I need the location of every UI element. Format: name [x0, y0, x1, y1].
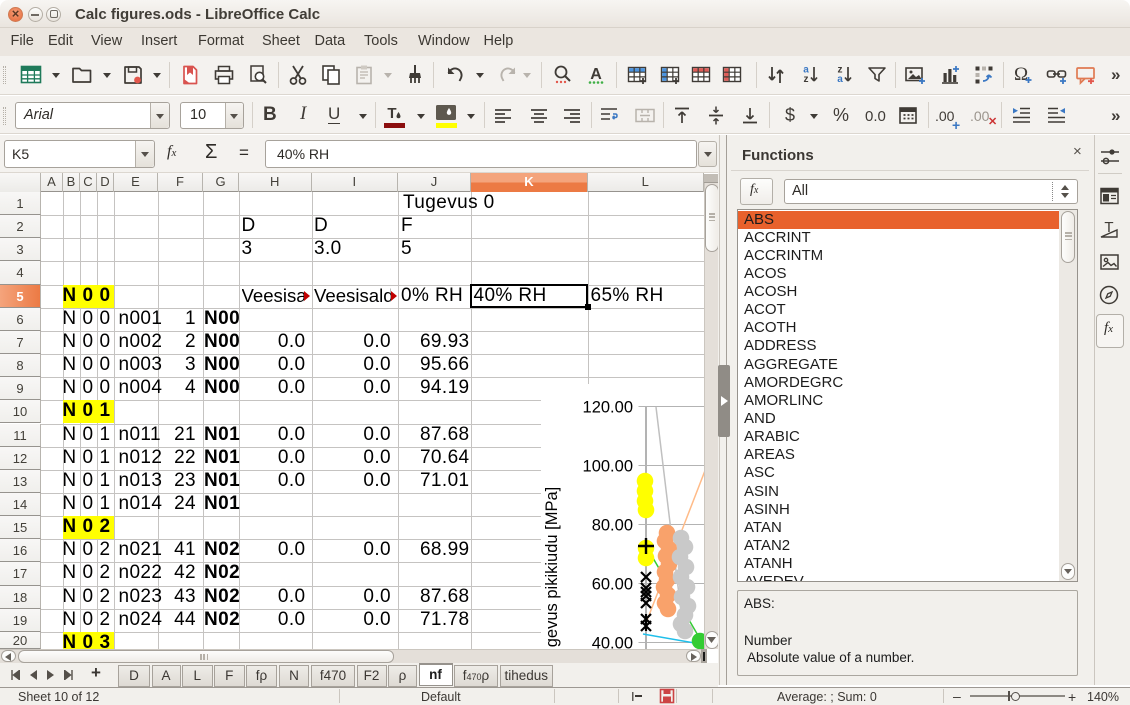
svg-text:Ω: Ω — [1014, 64, 1028, 85]
svg-text:A: A — [590, 66, 602, 83]
svg-text:z: z — [804, 74, 809, 85]
svg-text:a: a — [837, 74, 843, 85]
svg-text:40.00: 40.00 — [592, 635, 633, 650]
svg-text:80.00: 80.00 — [592, 517, 633, 535]
svg-text:60.00: 60.00 — [592, 576, 633, 594]
svg-text:gevus pikikiudu [MPa]: gevus pikikiudu [MPa] — [543, 487, 561, 648]
svg-text:120.00: 120.00 — [583, 399, 633, 417]
svg-text:T: T — [387, 105, 396, 122]
svg-text:100.00: 100.00 — [583, 458, 633, 476]
